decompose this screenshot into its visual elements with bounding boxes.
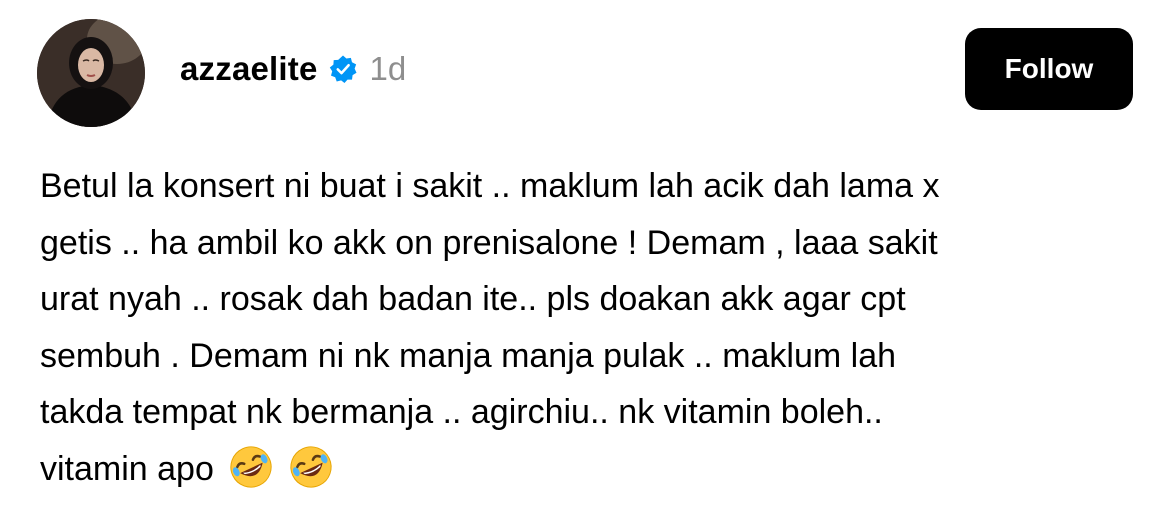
- avatar[interactable]: [37, 19, 145, 127]
- verified-badge-icon: [328, 54, 358, 84]
- post-header: azzaelite 1d: [180, 44, 406, 94]
- follow-button[interactable]: Follow: [965, 28, 1133, 110]
- caption-line: vitamin apo: [40, 449, 214, 488]
- caption-line: takda tempat nk bermanja .. agirchiu.. n…: [40, 393, 883, 431]
- caption-line: Betul la konsert ni buat i sakit .. makl…: [40, 167, 940, 205]
- profile-photo: [37, 19, 145, 127]
- caption-line: getis .. ha ambil ko akk on prenisalone …: [40, 223, 938, 262]
- rolling-on-floor-laughing-emoji-icon: [288, 444, 334, 490]
- caption-last-line: vitamin apo: [40, 441, 1140, 498]
- caption-line: urat nyah .. rosak dah badan ite.. pls d…: [40, 280, 906, 318]
- caption-line: sembuh . Demam ni nk manja manja pulak .…: [40, 336, 897, 375]
- username[interactable]: azzaelite: [180, 50, 318, 88]
- rolling-on-floor-laughing-emoji-icon: [228, 444, 274, 490]
- post-caption: Betul la konsert ni buat i sakit .. makl…: [40, 158, 1140, 497]
- post-timestamp: 1d: [369, 50, 407, 87]
